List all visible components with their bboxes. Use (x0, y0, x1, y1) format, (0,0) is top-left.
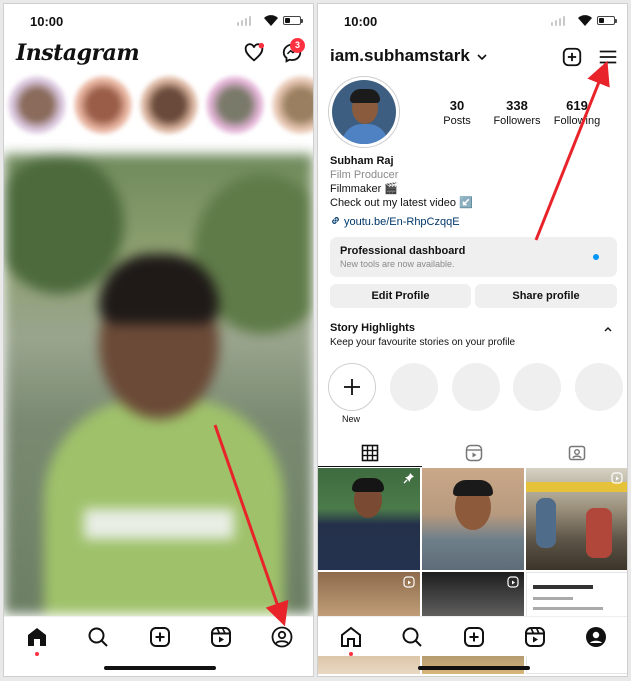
story-avatar[interactable] (206, 76, 264, 134)
profile-category: Film Producer (330, 169, 399, 181)
messages-badge: 3 (290, 38, 305, 53)
profile-screen: 10:00 iam.subhamstark 30 Posts 338 Follo… (317, 3, 628, 677)
new-indicator-dot (593, 254, 599, 260)
status-bar: 10:00 (318, 4, 627, 38)
profile-bio: Subham Raj Film Producer Filmmaker 🎬 Che… (330, 154, 473, 210)
pin-icon (403, 473, 414, 484)
menu-icon[interactable] (597, 46, 619, 68)
following-label: Following (553, 115, 601, 127)
wifi-icon (264, 15, 278, 26)
new-highlight-label: New (342, 414, 361, 424)
professional-dashboard[interactable]: Professional dashboard New tools are now… (330, 237, 617, 277)
profile-icon[interactable] (584, 625, 608, 649)
battery-icon (283, 16, 303, 25)
grid-post[interactable] (422, 468, 524, 570)
bottom-tab-bar (4, 616, 313, 656)
link-icon (332, 217, 339, 224)
link-text: youtu.be/En-RhpCzqqE (344, 216, 460, 228)
signal-icon (551, 16, 565, 26)
username-text: iam.subhamstark (330, 46, 470, 65)
story-avatar[interactable] (74, 76, 132, 134)
profile-icon[interactable] (270, 625, 294, 649)
search-icon[interactable] (400, 625, 424, 649)
following-count[interactable]: 619 Following (540, 98, 614, 127)
home-icon[interactable] (25, 625, 49, 649)
chevron-down-icon (477, 53, 487, 60)
bio-line-1: Filmmaker 🎬 (330, 183, 399, 195)
profile-avatar[interactable] (328, 76, 400, 148)
reels-icon[interactable] (523, 625, 547, 649)
battery-icon (597, 16, 617, 25)
share-profile-button[interactable]: Share profile (475, 284, 617, 308)
create-icon[interactable] (462, 625, 486, 649)
reel-icon (507, 576, 519, 588)
signal-icon (237, 16, 251, 26)
active-tab-underline (318, 466, 422, 467)
feed-post-image[interactable] (4, 154, 313, 614)
highlight-placeholder (513, 363, 561, 411)
reels-icon[interactable] (209, 625, 233, 649)
reel-icon (403, 576, 415, 588)
status-bar: 10:00 (4, 4, 313, 38)
bottom-tab-bar (318, 616, 627, 656)
highlight-placeholder (452, 363, 500, 411)
home-icon[interactable] (339, 625, 363, 649)
home-indicator (104, 666, 216, 670)
instagram-logo: Instagram (16, 40, 140, 66)
dashboard-subtitle: New tools are now available. (340, 259, 455, 269)
status-time: 10:00 (344, 14, 378, 29)
status-time: 10:00 (30, 14, 64, 29)
plus-icon (344, 379, 360, 395)
home-indicator (418, 666, 530, 670)
stories-tray (4, 74, 313, 140)
profile-link[interactable]: youtu.be/En-RhpCzqqE (330, 215, 460, 228)
bio-line-2: Check out my latest video ↙️ (330, 197, 473, 209)
grid-icon[interactable] (361, 444, 379, 462)
highlights-subtitle: Keep your favourite stories on your prof… (330, 337, 516, 348)
profile-content-tabs (318, 438, 627, 468)
story-avatar[interactable] (140, 76, 198, 134)
dashboard-title: Professional dashboard (340, 245, 466, 257)
tagged-icon[interactable] (568, 444, 586, 462)
create-icon[interactable] (148, 625, 172, 649)
create-icon[interactable] (561, 46, 583, 68)
grid-post[interactable] (526, 468, 627, 570)
story-avatar[interactable] (272, 76, 313, 134)
highlight-placeholder (390, 363, 438, 411)
new-highlight-button[interactable] (328, 363, 376, 411)
grid-post[interactable] (318, 468, 420, 570)
following-number: 619 (566, 98, 588, 113)
chevron-up-icon[interactable] (603, 324, 613, 334)
highlight-placeholder (575, 363, 623, 411)
wifi-icon (578, 15, 592, 26)
edit-profile-button[interactable]: Edit Profile (330, 284, 471, 308)
home-feed-screen: 10:00 Instagram 3 (3, 3, 314, 677)
posts-grid (318, 468, 627, 674)
reels-tab-icon[interactable] (465, 444, 483, 462)
search-icon[interactable] (86, 625, 110, 649)
heart-icon[interactable] (243, 42, 265, 64)
display-name: Subham Raj (330, 155, 394, 167)
highlights-title: Story Highlights (330, 322, 415, 334)
story-avatar[interactable] (8, 76, 66, 134)
profile-username[interactable]: iam.subhamstark (330, 46, 487, 66)
reel-icon (611, 472, 623, 484)
